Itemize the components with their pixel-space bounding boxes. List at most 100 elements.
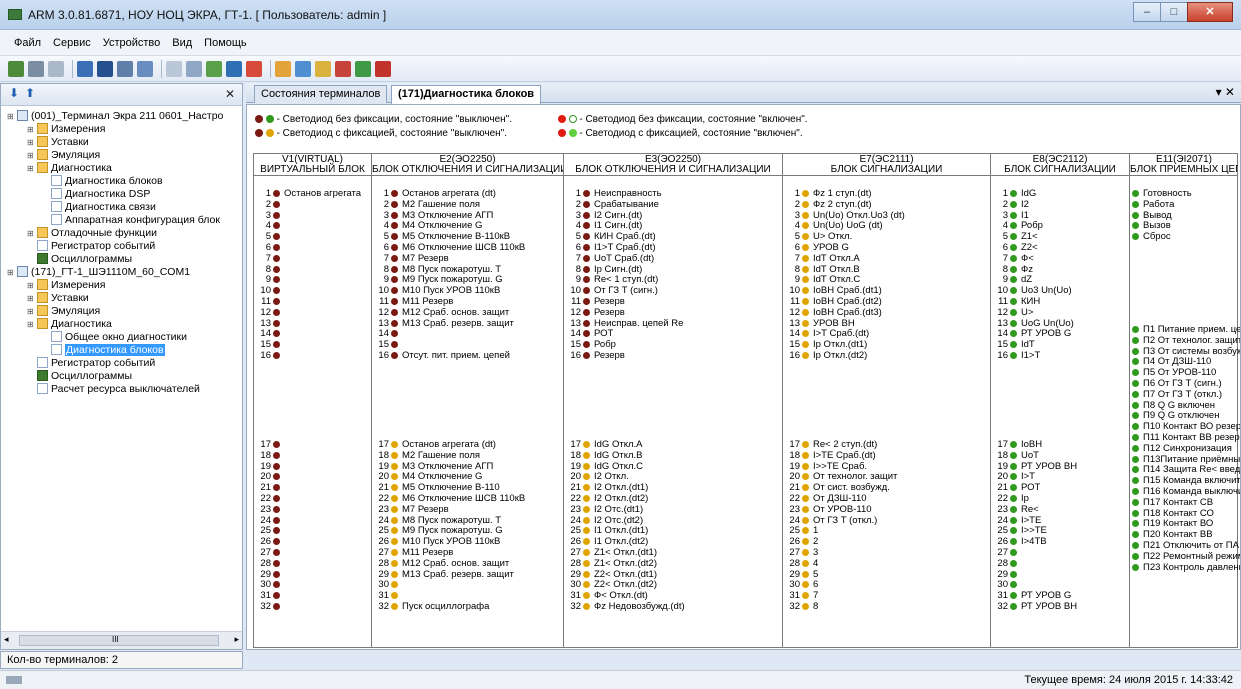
tree-node[interactable]: Общее окно диагностики: [41, 331, 187, 344]
led-number: 24: [997, 514, 1008, 526]
chart-icon[interactable]: [295, 60, 311, 77]
refresh-icon[interactable]: [355, 60, 371, 77]
expand-icon[interactable]: ⊞: [27, 292, 37, 305]
led-label: Готовность: [1143, 188, 1192, 199]
tree-node[interactable]: Регистратор событий: [27, 240, 155, 253]
expand-icon[interactable]: ⊞: [7, 110, 17, 123]
led-number: 14: [997, 328, 1008, 340]
led-indicator: [273, 233, 280, 241]
tree-node[interactable]: Осциллограммы: [27, 370, 132, 383]
tree-node[interactable]: Диагностика блоков: [41, 344, 165, 357]
minimize-button[interactable]: –: [1133, 2, 1161, 22]
expand-icon[interactable]: ⊞: [27, 162, 37, 175]
expand-icon[interactable]: ⊞: [27, 136, 37, 149]
tree-node[interactable]: ⊞ (171)_ГТ-1_ШЭ1110М_60_COM1: [7, 266, 190, 279]
led-indicator: [802, 484, 809, 492]
led-row: 21 От сист. возбужд.: [785, 482, 889, 493]
tree-node[interactable]: ⊞ Эмуляция: [27, 305, 100, 318]
disconnect-icon[interactable]: [28, 60, 44, 77]
expand-icon[interactable]: ⊞: [27, 227, 37, 240]
compare-icon[interactable]: [186, 60, 202, 77]
led-number: 31: [789, 590, 800, 602]
menu-service[interactable]: Сервис: [47, 30, 97, 56]
led-row: П19 Контакт ВО: [1132, 518, 1213, 529]
led-row: 11 КИН: [993, 296, 1040, 307]
led-row: 26 I>4TB: [993, 536, 1046, 547]
menu-view[interactable]: Вид: [166, 30, 198, 56]
tree-node-label: Отладочные функции: [51, 227, 157, 239]
expand-icon[interactable]: ⊞: [27, 123, 37, 136]
close-button[interactable]: ✕: [1187, 2, 1233, 22]
led-label: Останов агрегата (dt): [402, 188, 496, 199]
tree-node[interactable]: ⊞ Эмуляция: [27, 149, 100, 162]
scroll-right-icon[interactable]: ▸: [234, 634, 239, 645]
filter-icon[interactable]: [226, 60, 242, 77]
tree-icon[interactable]: [206, 60, 222, 77]
tree-node-label: (001)_Терминал Экра 211 0601_Настро: [31, 110, 224, 122]
led-row: 31 7: [785, 590, 818, 601]
tree-node[interactable]: ⊞ Измерения: [27, 123, 105, 136]
menu-file[interactable]: Файл: [8, 30, 47, 56]
maximize-button[interactable]: □: [1160, 2, 1188, 22]
tree-node[interactable]: ⊞ Диагностика: [27, 162, 112, 175]
expand-icon[interactable]: ⊞: [7, 266, 17, 279]
arrow-up-icon[interactable]: ⬆: [25, 86, 35, 100]
tab-terminal-states[interactable]: Состояния терминалов: [254, 85, 388, 103]
horizontal-scrollbar[interactable]: ◂ III ▸: [1, 631, 242, 649]
expand-icon[interactable]: ⊞: [27, 149, 37, 162]
led-row: 27 М11 Резерв: [374, 547, 453, 558]
tree-node[interactable]: Диагностика блоков: [41, 175, 163, 188]
led-row: 13 М13 Сраб. резерв. защит: [374, 318, 513, 329]
arrow-down-icon[interactable]: ⬇: [9, 86, 19, 100]
window-icon[interactable]: [137, 60, 153, 77]
led-indicator: [273, 462, 280, 470]
tree-node[interactable]: ⊞ Уставки: [27, 292, 89, 305]
led-indicator: [1132, 531, 1139, 539]
tree-node[interactable]: Диагностика DSP: [41, 188, 150, 201]
tree-node[interactable]: Аппаратная конфигурация блок: [41, 214, 220, 227]
led-number: 28: [997, 557, 1008, 569]
tab-menu-close-icon[interactable]: ▾ ✕: [1216, 85, 1235, 99]
tree-node[interactable]: ⊞ Уставки: [27, 136, 89, 149]
grid-icon[interactable]: [97, 60, 113, 77]
menu-help[interactable]: Помощь: [198, 30, 253, 56]
connect-icon[interactable]: [8, 60, 24, 77]
led-indicator: [583, 233, 590, 241]
tree-node-label: (171)_ГТ-1_ШЭ1110М_60_COM1: [31, 266, 191, 278]
tree-node[interactable]: Расчет ресурса выключателей: [27, 383, 200, 396]
table-icon[interactable]: [117, 60, 133, 77]
tab-block-diagnostics[interactable]: (171)Диагностика блоков: [391, 85, 542, 104]
list-icon[interactable]: [77, 60, 93, 77]
led-number: 23: [789, 503, 800, 515]
tree-node[interactable]: Регистратор событий: [27, 357, 155, 370]
record-icon[interactable]: [246, 60, 262, 77]
led-label: I2 Откл.(dt1): [594, 482, 649, 494]
copy-icon[interactable]: [166, 60, 182, 77]
tree-node[interactable]: ⊞ (001)_Терминал Экра 211 0601_Настро: [7, 110, 223, 123]
scroll-thumb[interactable]: III: [19, 635, 219, 646]
tree-node-label: Диагностика блоков: [65, 175, 163, 187]
led-indicator: [273, 330, 280, 338]
properties-icon[interactable]: [48, 60, 64, 77]
export-icon[interactable]: [315, 60, 331, 77]
tree-node[interactable]: Диагностика связи: [41, 201, 156, 214]
tree-node[interactable]: ⊞ Измерения: [27, 279, 105, 292]
menu-device[interactable]: Устройство: [97, 30, 167, 56]
tree-node[interactable]: Осциллограммы: [27, 253, 132, 266]
oscillogram-icon[interactable]: [335, 60, 351, 77]
tree-node[interactable]: ⊞ Диагностика: [27, 318, 112, 331]
expand-icon[interactable]: ⊞: [27, 318, 37, 331]
led-row: П16 Команда выключить: [1132, 486, 1240, 497]
led-number: 14: [570, 328, 581, 340]
led-number: 10: [997, 285, 1008, 297]
folder-open-icon[interactable]: [275, 60, 291, 77]
flag-icon[interactable]: [375, 60, 391, 77]
scroll-left-icon[interactable]: ◂: [4, 634, 9, 645]
led-label: Срабатывание: [594, 198, 659, 210]
expand-icon[interactable]: ⊞: [27, 279, 37, 292]
led-label: IdG Откл.С: [594, 460, 643, 472]
expand-icon[interactable]: ⊞: [27, 305, 37, 318]
tree-node[interactable]: ⊞ Отладочные функции: [27, 227, 157, 240]
close-panel-icon[interactable]: ✕: [225, 87, 235, 101]
leaf-icon: [51, 188, 62, 199]
